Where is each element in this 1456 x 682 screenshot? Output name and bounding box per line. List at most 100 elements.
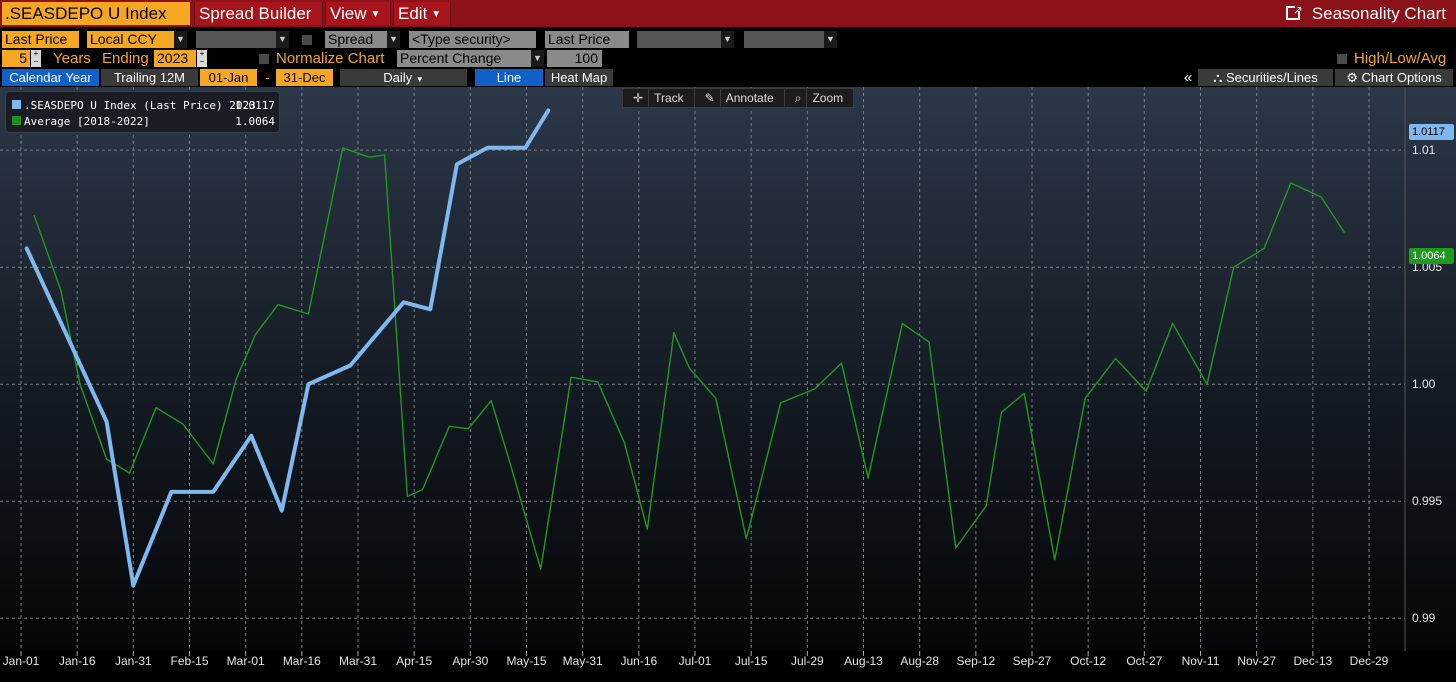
spread-currency-field[interactable] <box>637 31 721 48</box>
chevron-down-icon[interactable]: ▼ <box>824 31 837 48</box>
spread-extra-field[interactable] <box>744 31 824 48</box>
average-value-badge: 1.0064 <box>1409 248 1454 264</box>
x-tick-label: Jul-29 <box>791 654 824 668</box>
current-value-badge: 1.0117 <box>1409 124 1454 140</box>
chevron-down-icon: ▼ <box>370 9 381 20</box>
hla-label: High/Low/Avg <box>1354 50 1447 67</box>
controls-row-3: Calendar Year Trailing 12M 01-Jan - 31-D… <box>0 68 1456 87</box>
ending-label: Ending <box>102 50 149 67</box>
frequency-label: Daily <box>383 70 413 85</box>
x-tick-label: Jun-16 <box>620 654 657 668</box>
tab-trailing-12m[interactable]: Trailing 12M <box>101 69 198 86</box>
chart-options-label: Chart Options <box>1361 70 1442 85</box>
hla-checkbox[interactable] <box>1337 54 1347 64</box>
x-tick-label: May-31 <box>563 654 603 668</box>
ending-year-input[interactable]: 2023 <box>154 50 196 67</box>
tab-heat-map[interactable]: Heat Map <box>545 69 613 86</box>
x-tick-label: May-15 <box>506 654 546 668</box>
view-menu[interactable]: View ▼ <box>325 2 391 25</box>
title-bar: .SEASDEPO U Index Spread Builder View ▼ E… <box>0 0 1456 27</box>
app-title-text: Seasonality Chart <box>1311 4 1446 23</box>
spread-mode-select[interactable]: Spread <box>325 31 387 48</box>
years-input[interactable]: 5 <box>2 50 30 67</box>
currency-extra-field[interactable] <box>196 31 276 48</box>
pencil-icon: ✎ <box>700 89 721 107</box>
crosshair-icon: ✛ <box>628 89 650 107</box>
legend-label: Average [2018-2022] <box>24 115 150 128</box>
y-tick-label: 1.00 <box>1412 377 1436 391</box>
legend-value: 1.0117 <box>235 99 275 112</box>
x-tick-label: Apr-30 <box>452 654 488 668</box>
x-tick-label: Aug-28 <box>900 654 939 668</box>
edit-menu-label: Edit <box>398 4 428 23</box>
legend-value: 1.0064 <box>235 115 275 128</box>
spread-checkbox[interactable] <box>302 35 312 45</box>
x-tick-label: Nov-11 <box>1182 654 1220 668</box>
chart-toolbar: ✛ Track ✎ Annotate ⌕ Zoom <box>622 88 855 108</box>
legend-swatch <box>12 116 21 125</box>
view-menu-label: View <box>330 4 367 23</box>
security-input[interactable]: <Type security> <box>409 31 536 48</box>
chart-options-button[interactable]: ⚙ Chart Options <box>1335 69 1453 86</box>
track-tool[interactable]: ✛ Track <box>623 89 695 107</box>
chevron-down-icon: ▼ <box>415 75 424 84</box>
normalize-mode-select[interactable]: Percent Change <box>397 50 531 67</box>
edit-menu[interactable]: Edit ▼ <box>393 2 451 25</box>
controls-row-1: Last Price Local CCY ▼ ▼ Spread ▼ <Type … <box>0 30 1456 49</box>
x-tick-label: Jul-01 <box>679 654 712 668</box>
chevron-down-icon[interactable]: ▼ <box>721 31 734 48</box>
ending-year-stepper[interactable]: + − <box>197 50 207 67</box>
x-tick-label: Aug-13 <box>844 654 883 668</box>
chevron-down-icon[interactable]: ▼ <box>531 50 544 67</box>
legend-entry-average: Average [2018-2022] 1.0064 <box>12 114 275 129</box>
years-stepper[interactable]: + − <box>31 50 41 67</box>
spread-price-field[interactable]: Last Price <box>545 31 629 48</box>
tab-line[interactable]: Line <box>475 69 543 86</box>
spread-builder-label: Spread Builder <box>199 4 312 23</box>
x-tick-label: Oct-27 <box>1126 654 1162 668</box>
legend-swatch <box>12 100 21 109</box>
x-tick-label: Dec-29 <box>1350 654 1389 668</box>
zoom-tool[interactable]: ⌕ Zoom <box>785 89 853 107</box>
normalize-checkbox[interactable] <box>259 54 269 64</box>
x-tick-label: Oct-12 <box>1070 654 1106 668</box>
x-tick-label: Jan-16 <box>59 654 96 668</box>
magnifier-icon: ⌕ <box>790 89 808 107</box>
x-tick-label: Sep-27 <box>1013 654 1052 668</box>
start-date-input[interactable]: 01-Jan <box>200 69 257 86</box>
x-tick-label: Jul-15 <box>735 654 768 668</box>
app-title[interactable]: Seasonality Chart <box>1285 0 1446 25</box>
chart-legend[interactable]: .SEASDEPO U Index (Last Price) 2023 1.011… <box>5 91 280 133</box>
x-tick-label: Feb-15 <box>170 654 208 668</box>
seasonality-chart[interactable]: 0.990.9951.001.0051.01 Jan-01 Jan-16 Jan-3… <box>0 87 1456 682</box>
normalize-label: Normalize Chart <box>276 50 385 67</box>
securities-lines-button[interactable]: ⛬ Securities/Lines <box>1198 69 1333 86</box>
track-label: Track <box>654 91 684 105</box>
normalize-base-input[interactable]: 100 <box>547 50 602 67</box>
end-date-input[interactable]: 31-Dec <box>276 69 333 86</box>
frequency-select[interactable]: Daily ▼ <box>340 69 467 86</box>
x-tick-label: Mar-01 <box>227 654 265 668</box>
y-tick-label: 1.01 <box>1412 143 1436 157</box>
annotate-tool[interactable]: ✎ Annotate <box>695 89 785 107</box>
x-tick-label: Mar-31 <box>339 654 377 668</box>
date-range-dash: - <box>265 69 270 85</box>
plot-background <box>0 87 1456 651</box>
ticker-field[interactable]: .SEASDEPO U Index <box>2 2 190 25</box>
spread-builder-menu[interactable]: Spread Builder <box>194 2 323 25</box>
chevron-down-icon[interactable]: ▼ <box>174 31 187 48</box>
years-label: Years <box>53 50 91 67</box>
controls-row-2: 5 + − Years Ending 2023 + − Normalize Char… <box>0 49 1456 68</box>
price-field-select[interactable]: Last Price <box>2 31 79 48</box>
x-tick-label: Dec-13 <box>1293 654 1332 668</box>
chevron-down-icon[interactable]: ▼ <box>276 31 289 48</box>
y-tick-label: 0.99 <box>1412 611 1436 625</box>
chevron-down-icon[interactable]: ▼ <box>387 31 400 48</box>
collapse-icon[interactable]: « <box>1180 69 1196 86</box>
gear-icon: ⚙ <box>1346 70 1362 85</box>
currency-select[interactable]: Local CCY <box>87 31 174 48</box>
x-tick-label: Sep-12 <box>956 654 995 668</box>
x-tick-label: Nov-27 <box>1237 654 1276 668</box>
x-tick-label: Jan-31 <box>115 654 152 668</box>
tab-calendar-year[interactable]: Calendar Year <box>2 69 99 86</box>
